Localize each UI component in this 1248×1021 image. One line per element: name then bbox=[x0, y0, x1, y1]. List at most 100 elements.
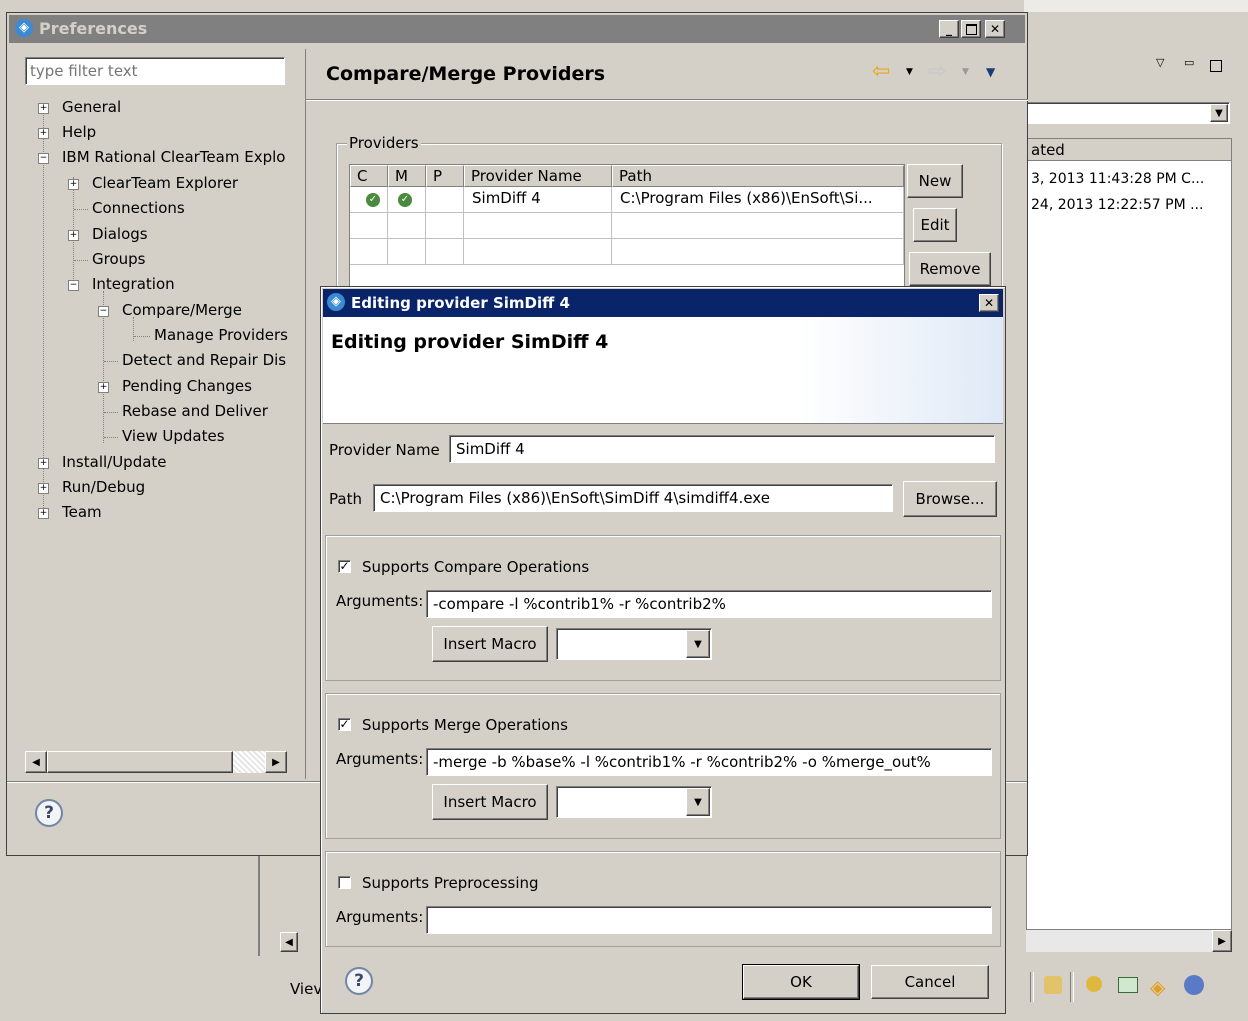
close-button[interactable]: ✕ bbox=[979, 294, 999, 312]
compare-insert-macro-button[interactable]: Insert Macro bbox=[432, 626, 548, 662]
view-menu-icon[interactable]: ▽ bbox=[1156, 56, 1164, 69]
maximize-button[interactable] bbox=[961, 20, 981, 38]
expand-icon[interactable]: + bbox=[68, 230, 79, 241]
background-toolbar bbox=[1024, 0, 1248, 12]
expand-icon[interactable]: + bbox=[38, 103, 49, 114]
minimize-button[interactable]: _ bbox=[939, 20, 959, 38]
tree-item-pending-changes[interactable]: Pending Changes bbox=[122, 377, 252, 395]
column-p[interactable]: P bbox=[426, 165, 464, 187]
remove-button[interactable]: Remove bbox=[909, 252, 991, 286]
tree-item-compare-merge[interactable]: Compare/Merge bbox=[122, 301, 242, 319]
compare-label[interactable]: Supports Compare Operations bbox=[362, 558, 589, 576]
expand-icon[interactable]: + bbox=[38, 128, 49, 139]
combo-arrow-icon[interactable]: ▼ bbox=[686, 630, 710, 658]
status-toolbar: ◈ bbox=[1024, 966, 1248, 1006]
compare-arguments-field[interactable]: -compare -l %contrib1% -r %contrib2% bbox=[426, 590, 992, 618]
table-cell bbox=[388, 239, 426, 265]
preprocessing-label[interactable]: Supports Preprocessing bbox=[362, 874, 539, 892]
table-row[interactable] bbox=[350, 239, 904, 265]
filter-input[interactable] bbox=[25, 57, 285, 85]
expand-icon[interactable]: + bbox=[98, 382, 109, 393]
help-icon[interactable]: ? bbox=[35, 799, 63, 827]
tree-item-help[interactable]: Help bbox=[62, 123, 96, 141]
expand-icon[interactable]: + bbox=[68, 179, 79, 190]
background-window: ▽ ▭ ▼ ated 3, 2013 11:43:28 PM C... 24, … bbox=[1024, 0, 1248, 1021]
combo-arrow-icon[interactable]: ▼ bbox=[686, 788, 710, 816]
preprocessing-checkbox[interactable] bbox=[338, 876, 351, 889]
path-field[interactable]: C:\Program Files (x86)\EnSoft\SimDiff 4\… bbox=[373, 484, 893, 512]
tree-item-integration[interactable]: Integration bbox=[92, 275, 175, 293]
expand-icon[interactable]: + bbox=[38, 458, 49, 469]
tree-item-install-update[interactable]: Install/Update bbox=[62, 453, 167, 471]
merge-label[interactable]: Supports Merge Operations bbox=[362, 716, 568, 734]
tree-guide bbox=[133, 317, 134, 341]
merge-checkbox[interactable]: ✓ bbox=[338, 718, 351, 731]
new-button[interactable]: New bbox=[907, 164, 963, 198]
table-row[interactable] bbox=[350, 213, 904, 239]
tree-item-run-debug[interactable]: Run/Debug bbox=[62, 478, 145, 496]
close-button[interactable]: ✕ bbox=[985, 20, 1005, 38]
help-icon[interactable]: ? bbox=[345, 967, 373, 995]
preferences-app-icon: ◈ bbox=[15, 19, 33, 37]
image-icon[interactable] bbox=[1118, 977, 1138, 993]
tree-guide bbox=[134, 336, 150, 337]
column-provider-name[interactable]: Provider Name bbox=[464, 165, 612, 187]
background-combo[interactable]: ▼ bbox=[1026, 102, 1230, 124]
synchronize-icon[interactable] bbox=[1044, 976, 1062, 994]
tree-item-connections[interactable]: Connections bbox=[92, 199, 185, 217]
merge-macro-combo[interactable]: ▼ bbox=[556, 786, 712, 818]
forward-dropdown-icon[interactable]: ▼ bbox=[962, 67, 969, 77]
tree-guide bbox=[74, 260, 88, 261]
compare-macro-combo[interactable]: ▼ bbox=[556, 628, 712, 660]
preprocessing-arguments-label: Arguments: bbox=[336, 908, 424, 926]
merge-insert-macro-button[interactable]: Insert Macro bbox=[432, 784, 548, 820]
providers-table[interactable]: C M P Provider Name Path ✓ ✓ SimDiff 4 C… bbox=[349, 164, 905, 304]
column-path[interactable]: Path bbox=[612, 165, 904, 187]
collapse-icon[interactable]: − bbox=[38, 153, 49, 164]
browse-button[interactable]: Browse... bbox=[903, 481, 997, 517]
cancel-button[interactable]: Cancel bbox=[871, 965, 989, 999]
search-icon[interactable] bbox=[1086, 976, 1102, 992]
path-label: Path bbox=[329, 490, 362, 508]
merge-arguments-field[interactable]: -merge -b %base% -l %contrib1% -r %contr… bbox=[426, 748, 992, 776]
collapse-icon[interactable]: − bbox=[98, 306, 109, 317]
scroll-thumb[interactable] bbox=[47, 751, 233, 773]
diamond-icon[interactable]: ◈ bbox=[1150, 975, 1165, 999]
scroll-left-button[interactable]: ◀ bbox=[280, 932, 298, 952]
preprocessing-arguments-field[interactable] bbox=[426, 906, 992, 934]
compare-checkbox[interactable]: ✓ bbox=[338, 560, 351, 573]
tree-item-view-updates[interactable]: View Updates bbox=[122, 427, 225, 445]
edit-button[interactable]: Edit bbox=[913, 208, 957, 242]
back-dropdown-icon[interactable]: ▼ bbox=[906, 67, 913, 77]
maximize-view-icon[interactable] bbox=[1210, 60, 1222, 72]
tree-item-groups[interactable]: Groups bbox=[92, 250, 145, 268]
tree-item-clearteam-explorer[interactable]: ClearTeam Explorer bbox=[92, 174, 238, 192]
enabled-check-icon: ✓ bbox=[366, 193, 380, 207]
ok-button[interactable]: OK bbox=[742, 964, 860, 1000]
minimize-view-icon[interactable]: ▭ bbox=[1184, 56, 1194, 69]
expand-icon[interactable]: + bbox=[38, 508, 49, 519]
scroll-right-button[interactable]: ▶ bbox=[265, 751, 287, 773]
column-c[interactable]: C bbox=[350, 165, 388, 187]
collapse-icon[interactable]: − bbox=[68, 280, 79, 291]
expand-icon[interactable]: + bbox=[38, 483, 49, 494]
combo-arrow-icon[interactable]: ▼ bbox=[1210, 104, 1228, 122]
back-arrow-icon[interactable]: ⇦ bbox=[872, 59, 890, 84]
scroll-right-button[interactable]: ▶ bbox=[1212, 930, 1232, 952]
tree-item-ibm[interactable]: IBM Rational ClearTeam Explo bbox=[62, 148, 285, 166]
tree-item-dialogs[interactable]: Dialogs bbox=[92, 225, 148, 243]
tree-hscroll[interactable]: ◀ ▶ bbox=[25, 751, 287, 773]
scroll-left-button[interactable]: ◀ bbox=[25, 751, 47, 773]
column-m[interactable]: M bbox=[388, 165, 426, 187]
forward-arrow-icon[interactable]: ⇨ bbox=[928, 59, 946, 84]
tree-item-manage-providers[interactable]: Manage Providers bbox=[152, 326, 290, 344]
tree-item-general[interactable]: General bbox=[62, 98, 121, 116]
provider-path-cell: C:\Program Files (x86)\EnSoft\Si... bbox=[620, 189, 873, 207]
tree-item-detect-repair[interactable]: Detect and Repair Dis bbox=[122, 351, 286, 369]
provider-name-field[interactable]: SimDiff 4 bbox=[449, 435, 995, 463]
tree-item-rebase-deliver[interactable]: Rebase and Deliver bbox=[122, 402, 268, 420]
table-row[interactable]: ✓ ✓ SimDiff 4 C:\Program Files (x86)\EnS… bbox=[350, 187, 904, 213]
team-icon[interactable] bbox=[1184, 975, 1204, 995]
tree-item-team[interactable]: Team bbox=[62, 503, 102, 521]
page-menu-icon[interactable]: ▼ bbox=[986, 65, 995, 79]
